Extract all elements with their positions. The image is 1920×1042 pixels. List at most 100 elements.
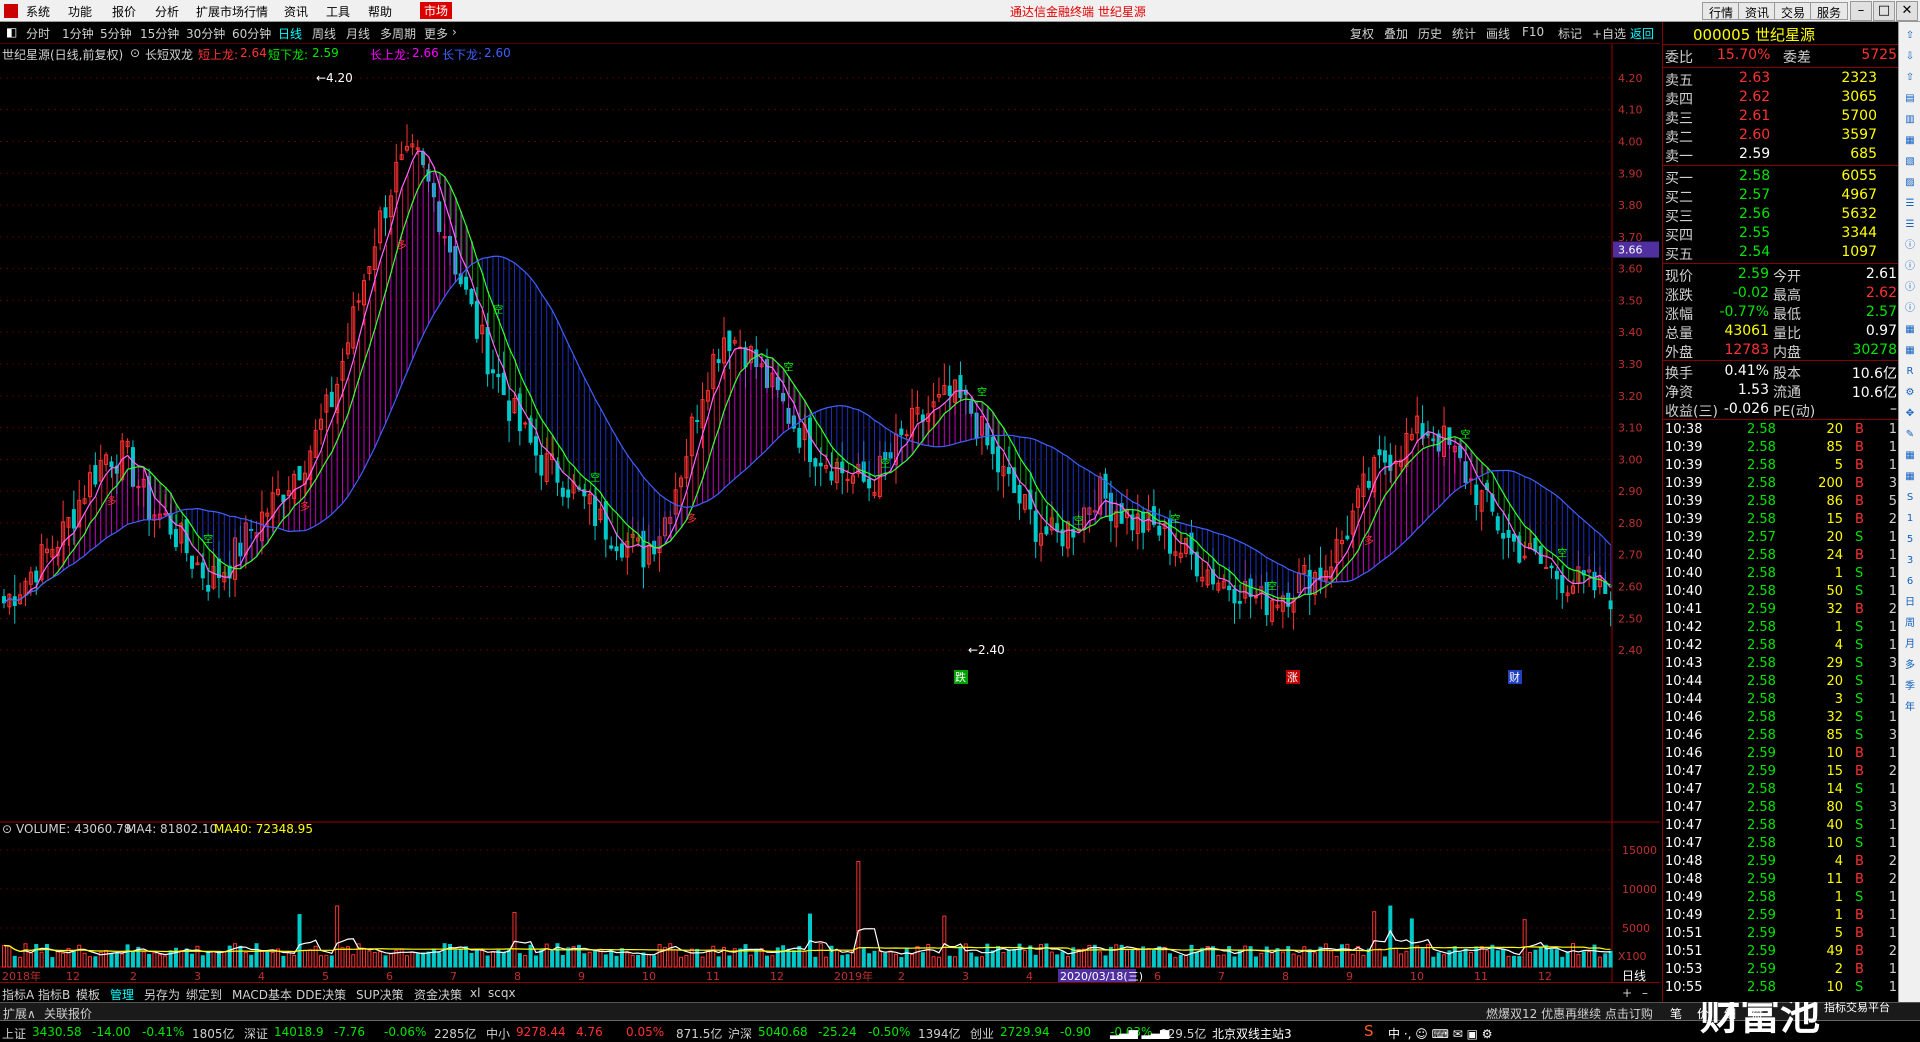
period-more[interactable]: 更多	[424, 25, 448, 42]
btn-draw[interactable]: 画线	[1486, 25, 1510, 42]
chart-icon[interactable]: ▦	[1902, 133, 1918, 149]
btn-news[interactable]: 资讯	[1738, 2, 1777, 20]
arrow-down-icon[interactable]: ⇩	[1902, 49, 1918, 65]
ask-row[interactable]: 卖三 2.61 5700	[1663, 107, 1899, 127]
more-icon[interactable]: 多	[1902, 658, 1918, 674]
market-tab[interactable]: 市场	[420, 2, 453, 19]
event-badge-cai[interactable]: 财	[1509, 670, 1520, 684]
ime-icons[interactable]: 中 ·, ☺ ⌨ ✉ ▣ ⚙	[1388, 1025, 1493, 1042]
menu-news[interactable]: 资讯	[284, 3, 308, 20]
number-icon[interactable]: 3	[1902, 553, 1918, 569]
btn-back[interactable]: 返回	[1630, 25, 1654, 42]
menu-function[interactable]: 功能	[68, 3, 92, 20]
chevron-right-icon[interactable]: ›	[452, 25, 457, 39]
settings-icon[interactable]: ⊙	[130, 46, 140, 60]
period-1min[interactable]: 1分钟	[62, 25, 94, 42]
btn-f10[interactable]: F10	[1522, 25, 1544, 39]
ask-row[interactable]: 卖四 2.62 3065	[1663, 88, 1899, 108]
btn-add-watchlist[interactable]: +自选	[1592, 25, 1626, 42]
index-name[interactable]: 上证	[2, 1025, 26, 1042]
chart-icon[interactable]: ▥	[1902, 112, 1918, 128]
menu-ext-market[interactable]: 扩展市场行情	[196, 3, 268, 20]
toggle-icon[interactable]: ◧	[6, 25, 17, 39]
week-icon[interactable]: 周	[1902, 616, 1918, 632]
chart-icon[interactable]: ▦	[1902, 343, 1918, 359]
period-multi[interactable]: 多周期	[380, 25, 416, 42]
arrow-up-icon[interactable]: ⇧	[1902, 28, 1918, 44]
btn-mark[interactable]: 标记	[1558, 25, 1582, 42]
server-name[interactable]: 北京双线主站3	[1212, 1025, 1292, 1042]
chart-icon[interactable]: ▦	[1902, 322, 1918, 338]
bid-row[interactable]: 买五 2.54 1097	[1663, 243, 1899, 263]
btn-history[interactable]: 历史	[1418, 25, 1442, 42]
tab-dde[interactable]: DDE决策	[296, 986, 346, 1003]
minus-icon[interactable]: –	[1642, 986, 1648, 1000]
menu-system[interactable]: 系统	[26, 3, 50, 20]
index-name[interactable]: 中小	[486, 1025, 510, 1042]
bid-row[interactable]: 买二 2.57 4967	[1663, 186, 1899, 206]
bid-row[interactable]: 买一 2.58 6055	[1663, 167, 1899, 187]
info-icon[interactable]: ⓘ	[1902, 259, 1918, 275]
btn-trade[interactable]: 交易	[1774, 2, 1813, 20]
period-5min[interactable]: 5分钟	[100, 25, 132, 42]
number-icon[interactable]: 5	[1902, 532, 1918, 548]
bid-row[interactable]: 买四 2.55 3344	[1663, 224, 1899, 244]
month-icon[interactable]: 月	[1902, 637, 1918, 653]
list-icon[interactable]: ☰	[1902, 196, 1918, 212]
gear-icon[interactable]: ⚙	[1902, 385, 1918, 401]
tab-template[interactable]: 模板	[76, 986, 100, 1003]
menu-tools[interactable]: 工具	[326, 3, 350, 20]
ask-row[interactable]: 卖五 2.63 2323	[1663, 69, 1899, 89]
rsi-icon[interactable]: R	[1902, 364, 1918, 380]
maximize-icon[interactable]: □	[1873, 1, 1895, 21]
tab-bind[interactable]: 绑定到	[186, 986, 222, 1003]
kline-chart[interactable]: 4.204.104.003.903.803.703.603.503.403.30…	[0, 44, 1660, 982]
menu-help[interactable]: 帮助	[368, 3, 392, 20]
btn-service[interactable]: 服务	[1810, 2, 1849, 20]
btn-overlay[interactable]: 叠加	[1384, 25, 1408, 42]
tab-xl[interactable]: xl	[470, 986, 480, 1000]
info-icon[interactable]: ⓘ	[1902, 238, 1918, 254]
tab-scqx[interactable]: scqx	[488, 986, 516, 1000]
draw-icon[interactable]: ✎	[1902, 427, 1918, 443]
stock-code-title[interactable]: 000005 世纪星源	[1693, 24, 1815, 45]
index-name[interactable]: 深证	[244, 1025, 268, 1042]
bid-row[interactable]: 买三 2.56 5632	[1663, 205, 1899, 225]
tab-indicator-a[interactable]: 指标A	[2, 986, 34, 1003]
year-icon[interactable]: 年	[1902, 700, 1918, 716]
tab-save-as[interactable]: 另存为	[144, 986, 180, 1003]
chart-icon[interactable]: ▨	[1902, 175, 1918, 191]
tab-capital[interactable]: 资金决策	[414, 986, 462, 1003]
event-badge-die[interactable]: 跌	[955, 670, 966, 684]
info-icon[interactable]: ⓘ	[1902, 301, 1918, 317]
chart-icon[interactable]: ▤	[1902, 91, 1918, 107]
close-icon[interactable]: ✕	[1896, 1, 1918, 21]
menu-analysis[interactable]: 分析	[155, 3, 179, 20]
move-icon[interactable]: ✥	[1902, 406, 1918, 422]
minimize-icon[interactable]: –	[1850, 1, 1872, 21]
index-name[interactable]: 创业	[970, 1025, 994, 1042]
day-icon[interactable]: 日	[1902, 595, 1918, 611]
period-monthly[interactable]: 月线	[346, 25, 370, 42]
indicator-name[interactable]: 长短双龙	[145, 46, 193, 63]
ask-row[interactable]: 卖一 2.59 685	[1663, 145, 1899, 165]
period-15min[interactable]: 15分钟	[140, 25, 179, 42]
btn-fuquan[interactable]: 复权	[1350, 25, 1374, 42]
btn-market[interactable]: 行情	[1702, 2, 1741, 20]
menu-quote[interactable]: 报价	[112, 3, 136, 20]
chart-icon[interactable]: ▧	[1902, 154, 1918, 170]
tab-indicator-b[interactable]: 指标B	[38, 986, 70, 1003]
number-icon[interactable]: 1	[1902, 511, 1918, 527]
chart-icon[interactable]: ▦	[1902, 469, 1918, 485]
tab-manage[interactable]: 管理	[110, 986, 134, 1003]
ime-icon[interactable]: S	[1364, 1022, 1374, 1040]
indicator-icon[interactable]: S	[1902, 490, 1918, 506]
list-icon[interactable]: ☰	[1902, 217, 1918, 233]
period-intraday[interactable]: 分时	[26, 25, 50, 42]
period-30min[interactable]: 30分钟	[186, 25, 225, 42]
tab-sup[interactable]: SUP决策	[356, 986, 404, 1003]
period-60min[interactable]: 60分钟	[232, 25, 271, 42]
event-badge-zhang[interactable]: 涨	[1287, 671, 1298, 684]
period-weekly[interactable]: 周线	[312, 25, 336, 42]
season-icon[interactable]: 季	[1902, 679, 1918, 695]
